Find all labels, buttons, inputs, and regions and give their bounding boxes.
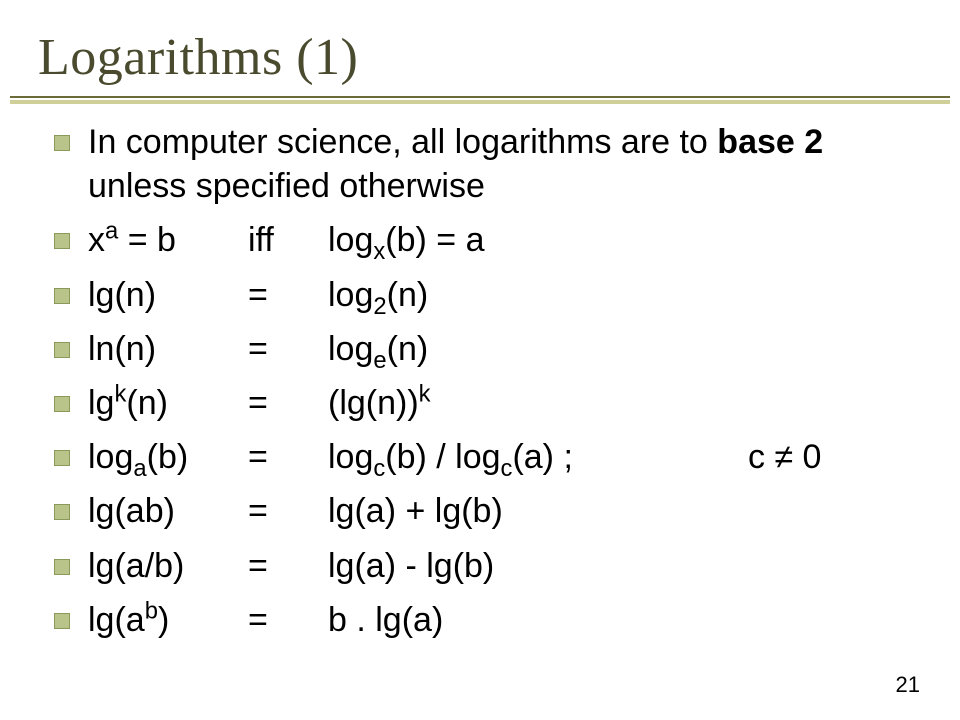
bullet-item: ln(n)=loge(n) bbox=[54, 327, 920, 371]
col1: ln(n) bbox=[88, 327, 248, 371]
rule-light bbox=[10, 100, 950, 104]
t: x bbox=[88, 221, 105, 259]
bullet-item: lg(ab)=lg(a) + lg(b) bbox=[54, 489, 920, 533]
bullet-text: lg(ab)=b . lg(a) bbox=[88, 598, 920, 642]
sub: x bbox=[373, 238, 385, 265]
col3: loge(n) bbox=[328, 330, 428, 368]
square-bullet-icon bbox=[54, 135, 70, 151]
page-number: 21 bbox=[896, 672, 920, 698]
t: (n) bbox=[387, 330, 429, 368]
t: (n) bbox=[387, 276, 429, 314]
bullet-text: lgk(n)=(lg(n))k bbox=[88, 381, 920, 425]
col3: logc(b) / logc(a) ; bbox=[328, 435, 748, 479]
text-bold: base 2 bbox=[717, 123, 823, 161]
sup: k bbox=[419, 381, 431, 408]
col2: iff bbox=[248, 218, 328, 262]
sub: c bbox=[373, 455, 385, 482]
t: ) bbox=[158, 601, 169, 639]
col3: lg(a) - lg(b) bbox=[328, 547, 494, 585]
bullet-item: loga(b)=logc(b) / logc(a) ;c ≠ 0 bbox=[54, 435, 920, 479]
t: (a) ; bbox=[512, 438, 572, 476]
col1: lg(ab) bbox=[88, 598, 248, 642]
col1: lg(n) bbox=[88, 273, 248, 317]
t: log bbox=[328, 330, 373, 368]
slide: Logarithms (1) In computer science, all … bbox=[0, 0, 960, 720]
text-span: In computer science, all logarithms are … bbox=[88, 123, 717, 161]
t: log bbox=[328, 276, 373, 314]
col2: = bbox=[248, 273, 328, 317]
t: = b bbox=[118, 221, 176, 259]
text-span: unless specified otherwise bbox=[88, 167, 485, 205]
t: (b) = a bbox=[385, 221, 484, 259]
bullet-text: lg(a/b)=lg(a) - lg(b) bbox=[88, 544, 920, 588]
col3: logx(b) = a bbox=[328, 221, 485, 259]
t: (b) / log bbox=[385, 438, 500, 476]
bullet-item: lg(n)=log2(n) bbox=[54, 273, 920, 317]
title-rule bbox=[10, 96, 950, 104]
col2: = bbox=[248, 544, 328, 588]
square-bullet-icon bbox=[54, 342, 70, 358]
sub: c bbox=[501, 455, 513, 482]
sup: k bbox=[114, 381, 126, 408]
col2: = bbox=[248, 381, 328, 425]
t: lg bbox=[88, 384, 114, 422]
bullet-item: In computer science, all logarithms are … bbox=[54, 120, 920, 208]
col1: lg(a/b) bbox=[88, 544, 248, 588]
col2: = bbox=[248, 489, 328, 533]
col2: = bbox=[248, 435, 328, 479]
t: (lg(n)) bbox=[328, 384, 419, 422]
col2: = bbox=[248, 327, 328, 371]
t: (n) bbox=[126, 384, 168, 422]
slide-title: Logarithms (1) bbox=[38, 28, 922, 87]
col3: lg(a) + lg(b) bbox=[328, 492, 503, 530]
bullet-text: lg(ab)=lg(a) + lg(b) bbox=[88, 489, 920, 533]
square-bullet-icon bbox=[54, 559, 70, 575]
square-bullet-icon bbox=[54, 233, 70, 249]
square-bullet-icon bbox=[54, 450, 70, 466]
t: log bbox=[328, 221, 373, 259]
t: log bbox=[88, 438, 133, 476]
bullet-item: lg(a/b)=lg(a) - lg(b) bbox=[54, 544, 920, 588]
t: log bbox=[328, 438, 373, 476]
rule-dark bbox=[10, 96, 950, 98]
bullet-text: loga(b)=logc(b) / logc(a) ;c ≠ 0 bbox=[88, 435, 920, 479]
col3: (lg(n))k bbox=[328, 384, 431, 422]
bullet-text: lg(n)=log2(n) bbox=[88, 273, 920, 317]
bullet-text: xa = bifflogx(b) = a bbox=[88, 218, 920, 262]
sub: a bbox=[133, 455, 146, 482]
square-bullet-icon bbox=[54, 288, 70, 304]
bullet-text: In computer science, all logarithms are … bbox=[88, 120, 920, 208]
title-block: Logarithms (1) bbox=[38, 28, 922, 95]
content: In computer science, all logarithms are … bbox=[54, 120, 920, 652]
col1: xa = b bbox=[88, 218, 248, 262]
sub: e bbox=[373, 347, 386, 374]
col1: loga(b) bbox=[88, 435, 248, 479]
col2: = bbox=[248, 598, 328, 642]
col1: lg(ab) bbox=[88, 489, 248, 533]
bullet-item: lgk(n)=(lg(n))k bbox=[54, 381, 920, 425]
square-bullet-icon bbox=[54, 504, 70, 520]
col1: lgk(n) bbox=[88, 381, 248, 425]
square-bullet-icon bbox=[54, 396, 70, 412]
bullet-text: ln(n)=loge(n) bbox=[88, 327, 920, 371]
sup: b bbox=[145, 597, 158, 624]
sup: a bbox=[105, 218, 118, 245]
sub: 2 bbox=[373, 292, 386, 319]
t: (b) bbox=[147, 438, 189, 476]
square-bullet-icon bbox=[54, 613, 70, 629]
col3: b . lg(a) bbox=[328, 601, 443, 639]
bullet-item: xa = bifflogx(b) = a bbox=[54, 218, 920, 262]
bullet-item: lg(ab)=b . lg(a) bbox=[54, 598, 920, 642]
t: lg(a bbox=[88, 601, 145, 639]
condition: c ≠ 0 bbox=[748, 438, 821, 476]
col3: log2(n) bbox=[328, 276, 428, 314]
